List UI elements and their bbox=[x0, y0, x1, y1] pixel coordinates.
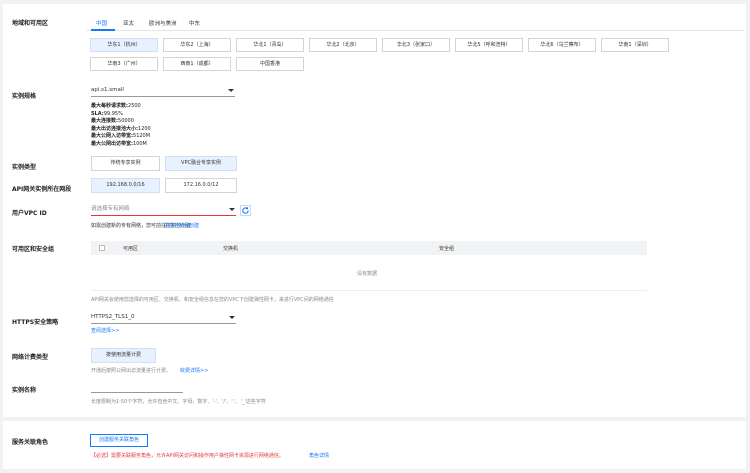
create-role-button[interactable]: 创建服务关联角色 bbox=[90, 434, 148, 447]
segment-192[interactable]: 192.168.0.0/16 bbox=[91, 178, 160, 193]
chevron-down-icon bbox=[229, 208, 235, 211]
https-label: HTTPS安全策略 bbox=[12, 319, 59, 326]
refresh-icon bbox=[242, 207, 249, 214]
spec-details: 最大每秒请求数:2500 SLA:99.95% 最大连接数:50000 最大出访… bbox=[91, 103, 151, 149]
instance-type-vpc[interactable]: VPC融合专享实例 bbox=[165, 156, 237, 171]
region-hongkong[interactable]: 中国香港 bbox=[236, 57, 304, 71]
https-policy-link[interactable]: 查阅选择>> bbox=[91, 327, 119, 334]
active-tab-indicator bbox=[91, 29, 115, 31]
spec-select[interactable]: api.s1.small bbox=[91, 85, 235, 97]
spec-line: 最大公网入访带宽:5120M bbox=[91, 133, 151, 140]
role-label: 服务关联角色 bbox=[12, 439, 49, 446]
billing-label: 网络计费类型 bbox=[12, 354, 49, 361]
region-hangzhou[interactable]: 华东1（杭州） bbox=[90, 38, 158, 52]
billing-traffic-option[interactable]: 按使用流量计费 bbox=[91, 348, 156, 363]
tab-divider bbox=[86, 30, 744, 31]
spec-line: 最大公网出访带宽:100M bbox=[91, 140, 147, 147]
spec-line: 最大每秒请求数:2500 bbox=[91, 103, 141, 109]
region-qingdao[interactable]: 华北1（青岛） bbox=[236, 38, 304, 52]
select-all-checkbox[interactable] bbox=[99, 245, 105, 251]
chevron-down-icon bbox=[229, 316, 235, 319]
column-zone: 可用区 bbox=[123, 246, 139, 252]
segment-label: API网关实例所在网段 bbox=[12, 186, 72, 193]
https-select-value: HTTPS2_TLS1_0 bbox=[91, 314, 135, 320]
spec-select-value: api.s1.small bbox=[91, 87, 124, 93]
tab-middle-east[interactable]: 中东 bbox=[189, 19, 200, 27]
region-label: 地域和可用区 bbox=[12, 20, 49, 27]
segment-172[interactable]: 172.16.0.0/12 bbox=[165, 178, 237, 193]
region-zhangjiakou[interactable]: 华北3（张家口） bbox=[382, 38, 450, 52]
vpc-select[interactable]: 请选择专有网络 bbox=[91, 204, 236, 216]
tab-china[interactable]: 中国 bbox=[96, 19, 107, 27]
tab-europe-americas[interactable]: 欧洲与美洲 bbox=[149, 19, 177, 27]
https-select[interactable]: HTTPS2_TLS1_0 bbox=[91, 312, 236, 324]
instance-form-card: 地域和可用区 中国 亚太 欧洲与美洲 中东 华东1（杭州） 华东2（上海） 华北… bbox=[3, 4, 746, 417]
tab-asia-pacific[interactable]: 亚太 bbox=[123, 19, 134, 27]
region-guangzhou[interactable]: 华南3（广州） bbox=[90, 57, 158, 71]
service-role-card: 服务关联角色 创建服务关联角色 【必选】需要关联服务角色，允许API网关访问和操… bbox=[3, 421, 746, 469]
billing-details-link[interactable]: 收费详情>> bbox=[180, 367, 208, 374]
role-details-link[interactable]: 角色详情 bbox=[309, 452, 329, 459]
zone-note: API网关会使用您选择的可用区、交换机、和安全组信息在您的VPC下创建弹性网卡，… bbox=[91, 297, 334, 303]
instance-type-classic[interactable]: 传统专享实例 bbox=[91, 156, 160, 171]
column-security-group: 安全组 bbox=[439, 246, 455, 252]
name-hint: 长度限制为1-50个字符，允许包含中文、字母、数字、'-'、'/'、'.'、'_… bbox=[91, 399, 266, 405]
instance-type-label: 实例类型 bbox=[12, 164, 37, 171]
region-beijing[interactable]: 华北2（北京） bbox=[309, 38, 377, 52]
vpc-console-link[interactable]: 前往控制台创建 bbox=[164, 222, 199, 229]
vpc-label: 用户VPC ID bbox=[12, 210, 47, 217]
region-ulanqab[interactable]: 华北6（乌兰察布） bbox=[528, 38, 596, 52]
empty-state: 没有数据 bbox=[357, 271, 378, 277]
column-vswitch: 交换机 bbox=[223, 246, 239, 252]
billing-note: 开通后按照公网出访流量进行计费。 bbox=[91, 368, 172, 374]
region-shenzhen[interactable]: 华南1（深圳） bbox=[601, 38, 669, 52]
name-label: 实例名称 bbox=[12, 387, 37, 394]
spec-label: 实例规格 bbox=[12, 93, 37, 100]
region-chengdu[interactable]: 西南1（成都） bbox=[163, 57, 231, 71]
zone-table-header: 可用区 交换机 安全组 bbox=[91, 241, 647, 255]
zone-label: 可用区和安全组 bbox=[12, 246, 55, 253]
zone-table-body: 没有数据 bbox=[91, 255, 647, 291]
spec-line: 最大连接数:50000 bbox=[91, 118, 134, 125]
instance-name-input[interactable] bbox=[91, 383, 183, 393]
vpc-select-placeholder: 请选择专有网络 bbox=[91, 206, 130, 212]
region-shanghai[interactable]: 华东2（上海） bbox=[163, 38, 231, 52]
role-warning: 【必选】需要关联服务角色，允许API网关访问和操作用户弹性网卡资源进行网络通信。 bbox=[91, 453, 284, 459]
chevron-down-icon bbox=[228, 89, 234, 92]
region-hohhot[interactable]: 华北5（呼和浩特） bbox=[455, 38, 523, 52]
refresh-button[interactable] bbox=[240, 205, 251, 216]
